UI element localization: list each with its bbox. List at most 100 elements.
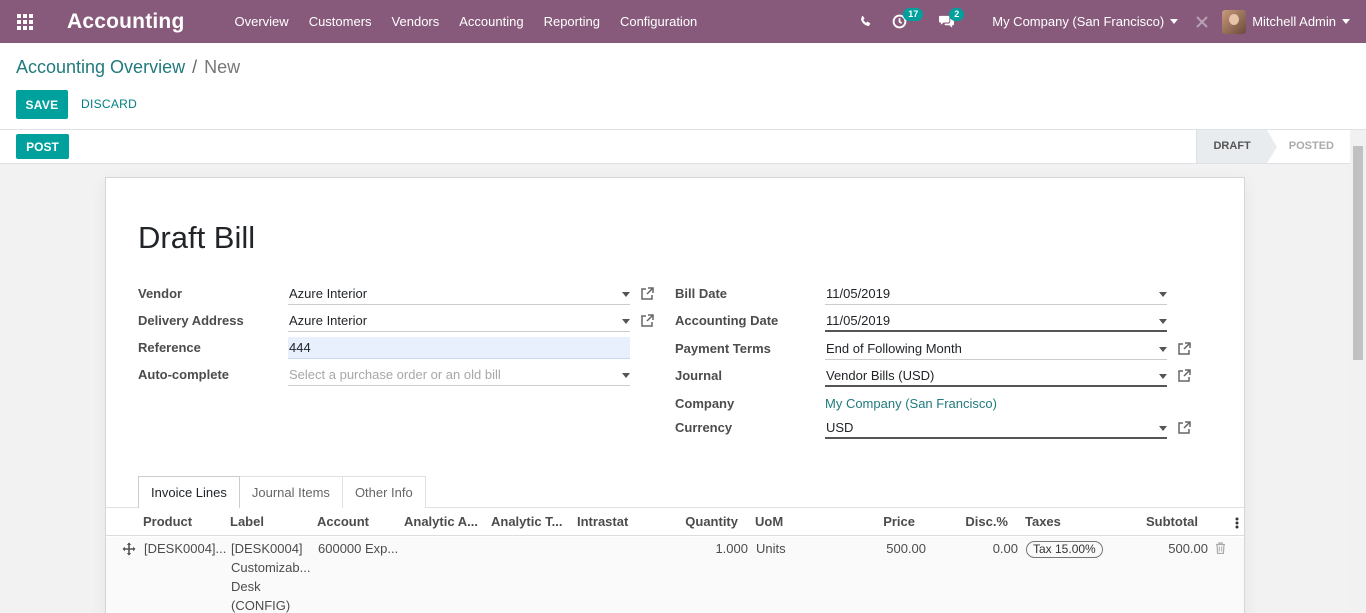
- cell-account[interactable]: 600000 Exp...: [318, 541, 398, 556]
- autocomplete-field[interactable]: Select a purchase order or an old bill: [288, 364, 630, 386]
- col-intrastat[interactable]: Intrastat: [577, 514, 628, 529]
- external-link-icon[interactable]: [1177, 421, 1191, 435]
- post-button[interactable]: POST: [16, 134, 69, 159]
- external-link-icon[interactable]: [640, 314, 654, 328]
- cell-label-line: Customizab...: [231, 560, 311, 575]
- company-switcher[interactable]: My Company (San Francisco): [992, 14, 1179, 29]
- reference-label: Reference: [138, 340, 201, 355]
- col-product[interactable]: Product: [143, 514, 192, 529]
- scrollbar-thumb[interactable]: [1353, 146, 1363, 360]
- breadcrumb-parent-link[interactable]: Accounting Overview: [16, 57, 185, 78]
- page-scrollbar[interactable]: [1350, 130, 1366, 613]
- col-price[interactable]: Price: [855, 514, 915, 529]
- vendor-field[interactable]: Azure Interior: [288, 283, 630, 305]
- journal-value: Vendor Bills (USD): [826, 368, 935, 383]
- form-statusbar: POST DRAFT POSTED: [0, 130, 1350, 164]
- chevron-down-icon[interactable]: [622, 373, 630, 378]
- chevron-down-icon[interactable]: [1159, 347, 1167, 352]
- cell-subtotal: 500.00: [1168, 541, 1208, 556]
- control-panel: Accounting Overview / New SAVE DISCARD: [0, 43, 1366, 130]
- accounting-date-label: Accounting Date: [675, 313, 779, 328]
- col-analytic-account[interactable]: Analytic A...: [404, 514, 478, 529]
- debug-close-icon[interactable]: [1196, 0, 1208, 43]
- tab-other-info[interactable]: Other Info: [341, 476, 426, 508]
- currency-field[interactable]: USD: [825, 417, 1167, 439]
- trash-icon[interactable]: [1215, 542, 1226, 554]
- tax-badge[interactable]: Tax 15.00%: [1026, 541, 1103, 558]
- table-row[interactable]: [DESK0004]... [DESK0004] Customizab... D…: [106, 537, 1244, 613]
- tab-invoice-lines[interactable]: Invoice Lines: [138, 476, 240, 509]
- payment-terms-label: Payment Terms: [675, 341, 771, 356]
- user-name: Mitchell Admin: [1252, 14, 1336, 29]
- external-link-icon[interactable]: [1177, 369, 1191, 383]
- cell-price[interactable]: 500.00: [866, 541, 926, 556]
- discard-button[interactable]: DISCARD: [81, 90, 137, 119]
- accounting-date-field[interactable]: 11/05/2019: [825, 310, 1167, 332]
- col-label[interactable]: Label: [230, 514, 264, 529]
- cell-uom[interactable]: Units: [756, 541, 786, 556]
- chevron-down-icon[interactable]: [1159, 319, 1167, 324]
- external-link-icon[interactable]: [640, 287, 654, 301]
- autocomplete-label: Auto-complete: [138, 367, 229, 382]
- chevron-down-icon[interactable]: [622, 319, 630, 324]
- status-stages: DRAFT POSTED: [1196, 130, 1350, 163]
- apps-menu-icon[interactable]: [0, 0, 50, 43]
- company-switcher-label: My Company (San Francisco): [992, 14, 1165, 29]
- phone-icon[interactable]: [859, 0, 872, 43]
- company-label: Company: [675, 396, 735, 411]
- messaging-icon[interactable]: 2: [938, 0, 965, 43]
- chevron-down-icon: [1170, 19, 1179, 24]
- activities-badge: 17: [903, 8, 924, 21]
- page-title: Draft Bill: [138, 220, 256, 255]
- vendor-label: Vendor: [138, 286, 183, 301]
- external-link-icon[interactable]: [1177, 342, 1191, 356]
- col-quantity[interactable]: Quantity: [668, 514, 738, 529]
- payment-terms-field[interactable]: End of Following Month: [825, 338, 1167, 360]
- col-discount[interactable]: Disc.%: [948, 514, 1008, 529]
- menu-vendors[interactable]: Vendors: [382, 0, 450, 43]
- menu-configuration[interactable]: Configuration: [610, 0, 707, 43]
- user-menu[interactable]: Mitchell Admin: [1222, 9, 1350, 34]
- messages-badge: 2: [949, 8, 965, 21]
- cell-quantity[interactable]: 1.000: [678, 541, 748, 556]
- currency-value: USD: [826, 420, 854, 435]
- menu-reporting[interactable]: Reporting: [534, 0, 610, 43]
- journal-field[interactable]: Vendor Bills (USD): [825, 365, 1167, 387]
- menu-customers[interactable]: Customers: [299, 0, 382, 43]
- delivery-address-field[interactable]: Azure Interior: [288, 310, 630, 332]
- chevron-down-icon[interactable]: [1159, 374, 1167, 379]
- bill-date-label: Bill Date: [675, 286, 728, 301]
- bill-date-field[interactable]: 11/05/2019: [825, 283, 1167, 305]
- chevron-down-icon[interactable]: [1159, 292, 1167, 297]
- stage-draft[interactable]: DRAFT: [1196, 130, 1278, 163]
- tab-journal-items[interactable]: Journal Items: [238, 476, 343, 508]
- journal-label: Journal: [675, 368, 722, 383]
- vendor-value: Azure Interior: [289, 286, 368, 301]
- chevron-down-icon[interactable]: [1159, 426, 1167, 431]
- reference-input[interactable]: 444: [288, 337, 630, 359]
- company-link[interactable]: My Company (San Francisco): [825, 396, 997, 411]
- col-analytic-tags[interactable]: Analytic T...: [491, 514, 563, 529]
- save-button[interactable]: SAVE: [16, 90, 68, 119]
- cell-discount[interactable]: 0.00: [958, 541, 1018, 556]
- breadcrumb: Accounting Overview / New: [16, 57, 240, 78]
- cell-label-line: [DESK0004]: [231, 541, 303, 556]
- cell-label[interactable]: [DESK0004] Customizab... Desk (CONFIG): [231, 539, 315, 613]
- col-account[interactable]: Account: [317, 514, 369, 529]
- chevron-down-icon[interactable]: [622, 292, 630, 297]
- col-uom[interactable]: UoM: [755, 514, 783, 529]
- menu-accounting[interactable]: Accounting: [449, 0, 533, 43]
- app-brand[interactable]: Accounting: [67, 10, 185, 34]
- avatar: [1222, 9, 1247, 34]
- drag-handle-icon[interactable]: [122, 542, 136, 556]
- notebook-tabs: Invoice Lines Journal Items Other Info: [138, 476, 426, 509]
- delivery-address-label: Delivery Address: [138, 313, 244, 328]
- col-taxes[interactable]: Taxes: [1025, 514, 1061, 529]
- activity-clock-icon[interactable]: 17: [892, 0, 924, 43]
- chevron-down-icon: [1342, 19, 1350, 24]
- optional-columns-icon[interactable]: [1235, 517, 1239, 529]
- col-subtotal[interactable]: Subtotal: [1118, 514, 1198, 529]
- cell-product[interactable]: [DESK0004]...: [144, 541, 226, 556]
- stage-posted[interactable]: POSTED: [1267, 130, 1350, 163]
- menu-overview[interactable]: Overview: [225, 0, 299, 43]
